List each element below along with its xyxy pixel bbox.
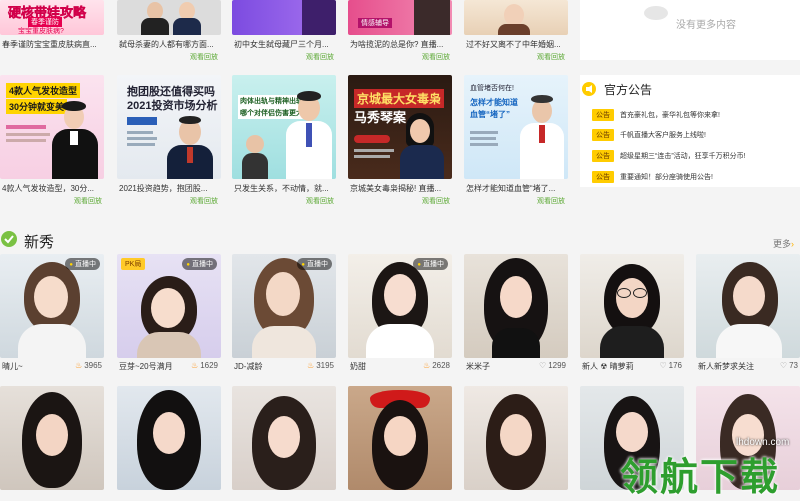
- video-thumb[interactable]: [232, 0, 336, 35]
- video-thumb[interactable]: 4款人气发妆造型 30分钟就变美: [0, 75, 104, 179]
- notice-text[interactable]: 首充豪礼包，豪华礼包等你来拿!: [620, 112, 720, 119]
- notice-item[interactable]: 公告 首充豪礼包，豪华礼包等你来拿!: [592, 109, 720, 121]
- replay-label[interactable]: 观看回放: [190, 196, 218, 206]
- live-badge: 直播中: [413, 258, 448, 270]
- star-name[interactable]: JD-减龄: [234, 361, 262, 372]
- fire-icon: ♨: [307, 361, 315, 370]
- section-title: 新秀: [24, 234, 55, 251]
- video-title[interactable]: 为啥揽泥的总是你? 直播...: [350, 39, 450, 50]
- star-card[interactable]: [348, 386, 452, 490]
- video-title[interactable]: 京城美女毒枭揭秘! 直播...: [350, 183, 450, 194]
- video-title[interactable]: 2021投资趋势，抱团股...: [119, 183, 219, 194]
- live-badge: 直播中: [297, 258, 332, 270]
- star-count: ♨ 3965: [75, 361, 102, 370]
- video-thumb[interactable]: 肉体出轨与精神出轨 哪个对伴侣伤害更大?: [232, 75, 336, 179]
- star-name[interactable]: 奶甜: [350, 361, 366, 372]
- video-title[interactable]: 4款人气发妆造型，30分...: [2, 183, 102, 194]
- star-count: ♡ 1299: [539, 361, 566, 370]
- star-count: ♨ 3195: [307, 361, 334, 370]
- replay-label[interactable]: 观看回放: [422, 52, 450, 62]
- more-label[interactable]: 更多: [773, 239, 791, 249]
- star-card[interactable]: 直播中: [232, 254, 336, 358]
- empty-text: 没有更多内容: [676, 20, 736, 31]
- fire-icon: ♨: [423, 361, 431, 370]
- star-name[interactable]: 豆芽~20号满月: [119, 361, 173, 372]
- star-card[interactable]: [580, 254, 684, 358]
- replay-label[interactable]: 观看回放: [422, 196, 450, 206]
- notice-item[interactable]: 公告 千帆直播大客户服务上线啦!: [592, 129, 706, 141]
- star-card[interactable]: [464, 254, 568, 358]
- video-thumb[interactable]: [464, 0, 568, 35]
- video-title[interactable]: 弑母杀妻的人都有哪方面...: [119, 39, 219, 50]
- video-thumb[interactable]: 情感辅导: [348, 0, 452, 35]
- video-thumb[interactable]: [117, 0, 221, 35]
- star-card[interactable]: 直播中: [0, 254, 104, 358]
- star-card[interactable]: [696, 254, 800, 358]
- live-badge: 直播中: [65, 258, 100, 270]
- star-card[interactable]: PK局 直播中: [117, 254, 221, 358]
- notice-tag: 公告: [592, 150, 614, 162]
- star-card[interactable]: [464, 386, 568, 490]
- notice-text[interactable]: 千帆直播大客户服务上线啦!: [620, 132, 706, 139]
- video-title[interactable]: 过不好又离不了中年婚姻...: [466, 39, 566, 50]
- star-card[interactable]: [0, 386, 104, 490]
- video-thumb[interactable]: 京城最大女毒枭 马秀琴案: [348, 75, 452, 179]
- empty-icon: [644, 6, 668, 20]
- no-more-panel: 没有更多内容: [580, 0, 800, 60]
- star-name[interactable]: 新人新梦求关注: [698, 361, 754, 372]
- replay-label[interactable]: 观看回放: [306, 52, 334, 62]
- chevron-right-icon: ›: [791, 239, 795, 249]
- heart-icon: ♡: [779, 361, 788, 370]
- notice-tag: 公告: [592, 129, 614, 141]
- star-name[interactable]: 晴儿~: [2, 361, 23, 372]
- replay-label[interactable]: 观看回放: [537, 196, 565, 206]
- video-title[interactable]: 初中女生弑母藏尸三个月...: [234, 39, 334, 50]
- notice-title: 官方公告: [604, 83, 653, 97]
- star-card[interactable]: [232, 386, 336, 490]
- star-count: ♨ 2628: [423, 361, 450, 370]
- replay-label[interactable]: 观看回放: [537, 52, 565, 62]
- video-thumb[interactable]: 抱团股还值得买吗 2021投资市场分析: [117, 75, 221, 179]
- pk-badge: PK局: [121, 258, 146, 270]
- video-thumb[interactable]: 硬核带娃攻略 春季谨防 宝宝重皮肤病?: [0, 0, 104, 35]
- star-name[interactable]: 米米子: [466, 361, 490, 372]
- notice-item[interactable]: 公告 重要通知！部分座骑使用公告!: [592, 171, 713, 183]
- heart-icon: ♡: [659, 361, 667, 370]
- replay-label[interactable]: 观看回放: [190, 52, 218, 62]
- watermark-logo: 领航下载: [620, 457, 781, 499]
- notice-text[interactable]: 超级星期三“连击”活动，狂享千万积分币!: [620, 153, 746, 160]
- notice-tag: 公告: [592, 109, 614, 121]
- star-count: ♡ 73: [779, 361, 798, 370]
- megaphone-icon: [582, 82, 596, 96]
- heart-icon: ♡: [539, 361, 547, 370]
- video-title[interactable]: 只发生关系，不动情，就...: [234, 183, 334, 194]
- section-check-icon: [1, 231, 17, 247]
- more-link[interactable]: 更多›: [773, 237, 794, 250]
- replay-label[interactable]: 观看回放: [74, 196, 102, 206]
- fire-icon: ♨: [75, 361, 83, 370]
- video-thumb[interactable]: 血管堵否何在! 怎样才能知道 血管“堵了”: [464, 75, 568, 179]
- replay-label[interactable]: 观看回放: [306, 196, 334, 206]
- star-count: ♡ 176: [659, 361, 682, 370]
- video-title[interactable]: 春季谨防宝宝重皮肤病直...: [2, 39, 102, 50]
- star-card[interactable]: [117, 386, 221, 490]
- video-title[interactable]: 怎样才能知道血管“堵了...: [466, 183, 566, 194]
- notice-item[interactable]: 公告 超级星期三“连击”活动，狂享千万积分币!: [592, 150, 746, 162]
- star-name[interactable]: 新人 ☢ 晴萝莉: [582, 361, 634, 372]
- fire-icon: ♨: [191, 361, 199, 370]
- star-card[interactable]: 直播中: [348, 254, 452, 358]
- notice-tag: 公告: [592, 171, 614, 183]
- notice-text[interactable]: 重要通知！部分座骑使用公告!: [620, 174, 713, 181]
- live-badge: 直播中: [182, 258, 217, 270]
- star-count: ♨ 1629: [191, 361, 218, 370]
